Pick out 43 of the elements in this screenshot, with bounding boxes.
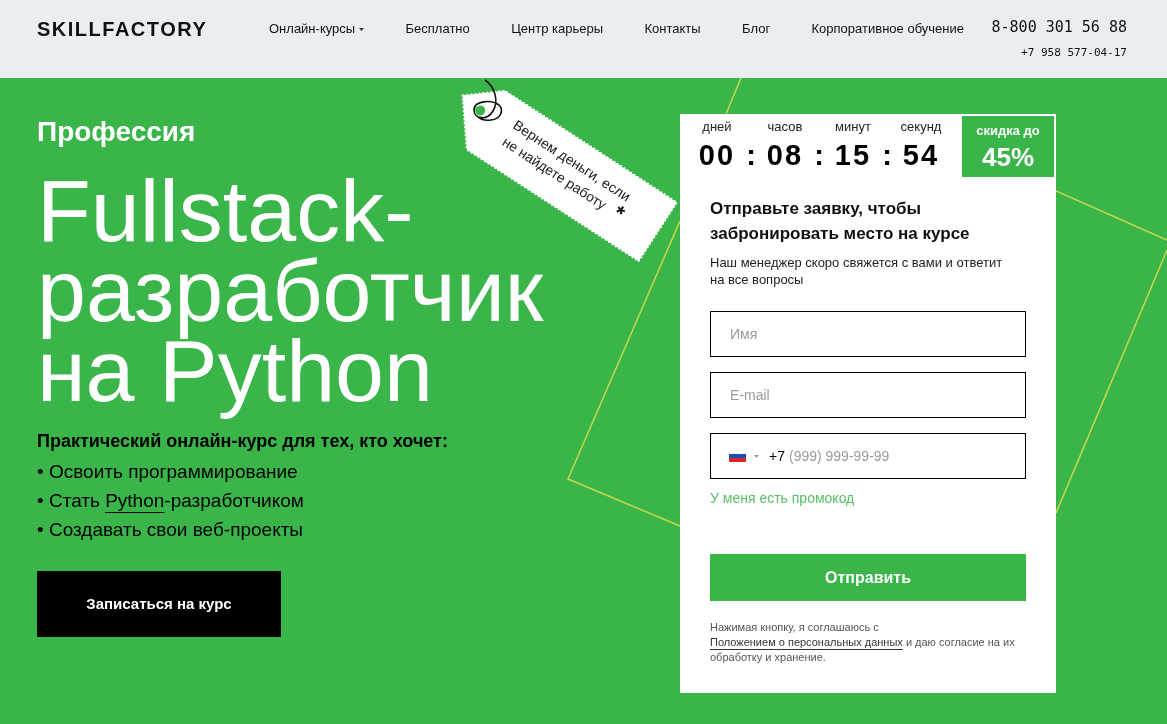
discount-value: 45% [981,142,1034,172]
caret-icon[interactable] [754,454,759,458]
asterisk: * [609,202,629,226]
input-field[interactable]: Имя [710,311,1026,357]
benefit-item: • Освоить программирование [37,460,298,484]
course-subtitle: Практический онлайн-курс для тех, кто хочет: [37,430,448,453]
privacy-policy-link[interactable]: Положением о персональных данных [710,636,903,648]
phone-number[interactable]: 8-800 301 56 88 [991,17,1127,37]
benefit-item: • Стать Python-разработчиком [37,489,304,513]
country-code: +7 [769,446,785,466]
timer-label: дней [702,119,732,135]
decorative-line [725,78,742,114]
nav-link[interactable]: Корпоративное обучение [811,20,964,38]
phone-input[interactable]: (999) 999-99-99 [788,441,1025,471]
enroll-button[interactable]: Записаться на курс [37,571,281,637]
python-link[interactable]: Python [105,490,165,511]
timer-value: 08 [766,138,804,172]
consent-text: Нажимая кнопку, я соглашаюсь с Положением о персональных данных и даю согласие на их обработку и хранение. [710,620,1016,665]
form-description: Наш менеджер скоро свяжется с вами и ответит на все вопросы [710,254,1004,288]
timer-separator: : [745,138,757,172]
logo[interactable]: SKILLFACTORY [37,19,217,39]
input-field[interactable]: E-mail [710,372,1026,418]
form-title: Отправьте заявку, чтобы забронировать место на курсе [710,198,971,245]
eyebrow-label: Профессия [37,115,196,149]
timer-value: 15 [834,138,872,172]
discount-label: скидка до [976,123,1040,139]
nav-link[interactable]: Онлайн-курсы [269,20,365,38]
timer-separator: : [881,138,893,172]
nav-link[interactable]: Бесплатно [405,20,470,38]
timer-label: минут [835,119,871,135]
phone-number[interactable]: +7 958 577-04-17 [1021,46,1127,60]
nav-link[interactable]: Центр карьеры [511,20,604,38]
timer-value: 54 [902,138,940,172]
benefit-item: • Создавать свои веб-проекты [37,518,304,542]
nav-link[interactable]: Контакты [644,20,701,38]
nav-link[interactable]: Блог [742,20,771,38]
timer-value: 00 [698,138,736,172]
timer-label: секунд [900,119,942,135]
flag-icon [729,450,746,462]
string-curl-icon [471,79,505,123]
timer-label: часов [767,119,803,135]
phone-field[interactable]: +7 (999) 999-99-99 [710,433,1026,479]
timer-separator: : [813,138,825,172]
